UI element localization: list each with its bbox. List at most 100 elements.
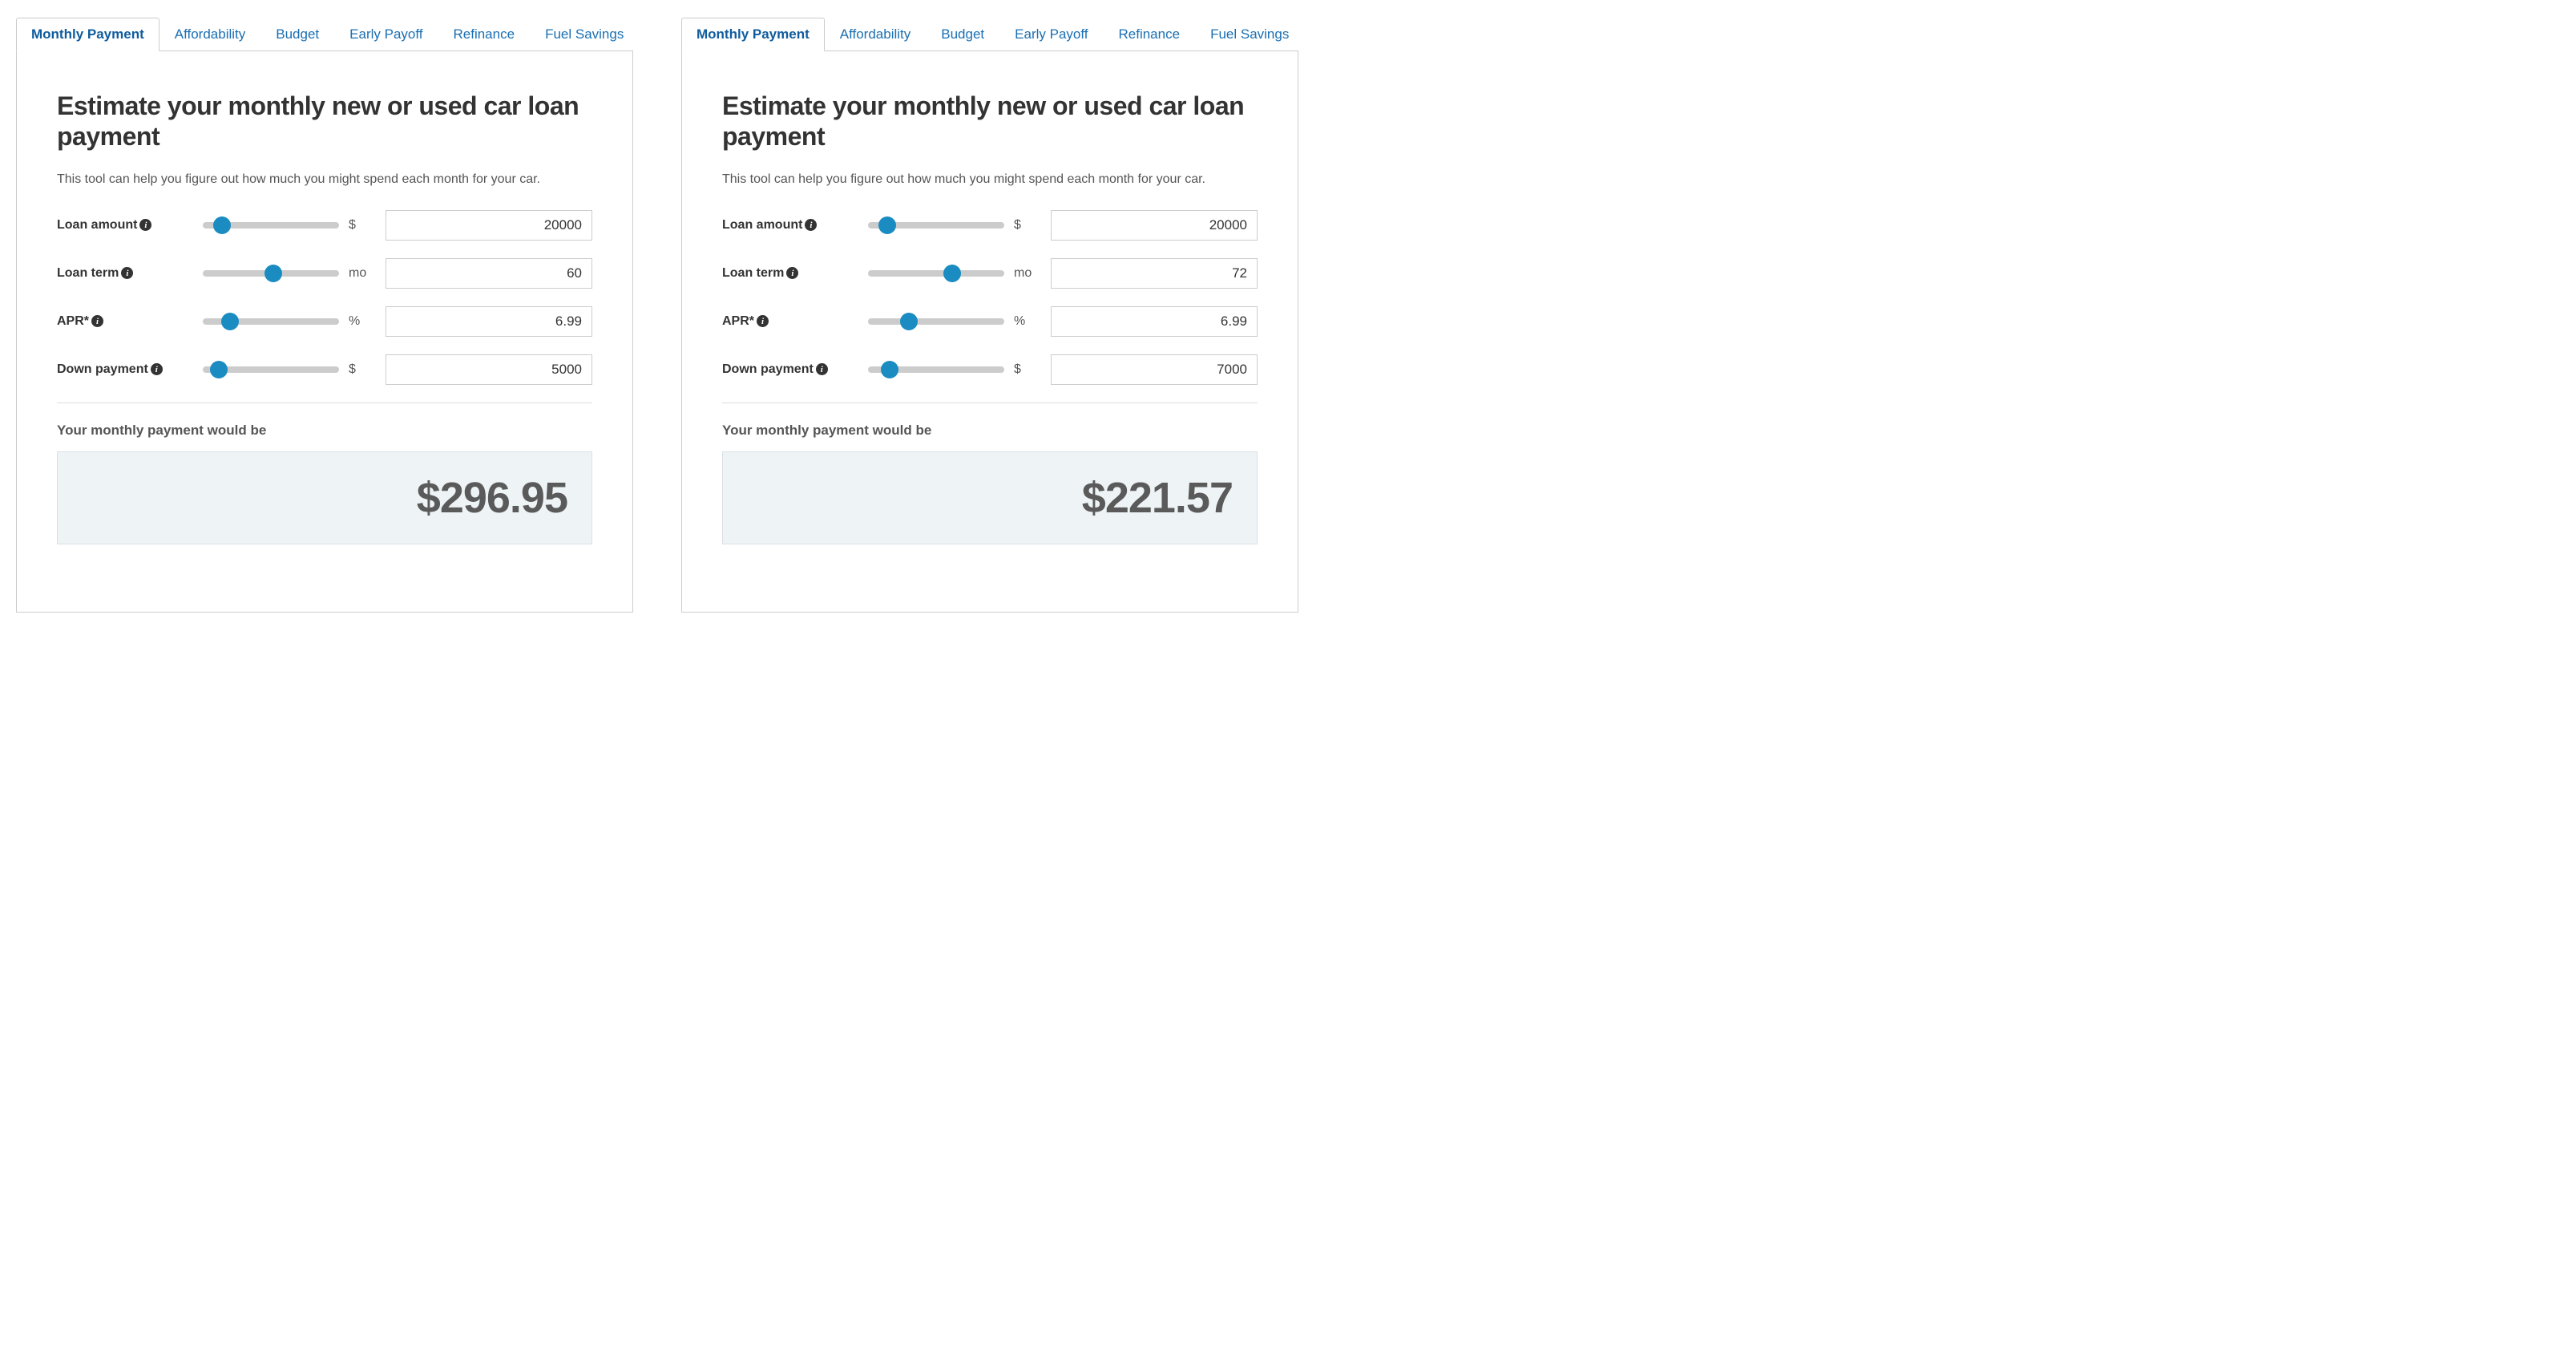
loan-term-label: Loan term i [57,266,193,281]
field-apr: APR* i % [57,306,592,337]
slider-track[interactable] [868,366,1004,373]
divider [722,402,1258,403]
info-icon[interactable]: i [139,219,151,231]
tab-refinance[interactable]: Refinance [438,18,531,51]
calculators-container: Monthly Payment Affordability Budget Ear… [16,16,1298,613]
info-icon[interactable]: i [805,219,817,231]
apr-label: APR* i [57,314,193,329]
loan-amount-label-text: Loan amount [57,218,137,233]
unit-month: mo [1014,266,1041,281]
loan-term-label-text: Loan term [57,266,119,281]
down-payment-label: Down payment i [57,362,193,377]
calculator-panel: Estimate your monthly new or used car lo… [16,51,633,613]
apr-label: APR* i [722,314,858,329]
tab-early-payoff[interactable]: Early Payoff [999,18,1103,51]
tabs-bar: Monthly Payment Affordability Budget Ear… [681,16,1298,51]
slider-track[interactable] [203,366,339,373]
tabs-bar: Monthly Payment Affordability Budget Ear… [16,16,633,51]
tab-budget[interactable]: Budget [260,18,334,51]
loan-term-label: Loan term i [722,266,858,281]
down-payment-label-text: Down payment [57,362,148,377]
page-title: Estimate your monthly new or used car lo… [722,91,1258,152]
result-label: Your monthly payment would be [722,423,1258,439]
unit-percent: % [1014,314,1041,329]
slider-thumb[interactable] [878,216,896,234]
slider-track[interactable] [868,270,1004,277]
calculator-left: Monthly Payment Affordability Budget Ear… [16,16,633,613]
down-payment-input[interactable] [386,354,592,385]
field-apr: APR* i % [722,306,1258,337]
apr-label-text: APR* [722,314,754,329]
info-icon[interactable]: i [121,267,133,279]
field-loan-amount: Loan amount i $ [722,210,1258,241]
slider-thumb[interactable] [221,313,239,330]
apr-label-text: APR* [57,314,89,329]
field-down-payment: Down payment i $ [722,354,1258,385]
loan-amount-slider[interactable] [203,222,339,229]
tab-early-payoff[interactable]: Early Payoff [334,18,438,51]
loan-term-slider[interactable] [203,270,339,277]
page-description: This tool can help you figure out how mu… [57,170,592,189]
calculator-panel: Estimate your monthly new or used car lo… [681,51,1298,613]
apr-slider[interactable] [203,318,339,325]
unit-month: mo [349,266,376,281]
slider-thumb[interactable] [881,361,898,378]
slider-thumb[interactable] [900,313,918,330]
loan-amount-label-text: Loan amount [722,218,802,233]
apr-input[interactable] [386,306,592,337]
slider-thumb[interactable] [210,361,228,378]
info-icon[interactable]: i [757,315,769,327]
slider-track[interactable] [203,270,339,277]
field-loan-term: Loan term i mo [722,258,1258,289]
loan-term-label-text: Loan term [722,266,784,281]
field-loan-term: Loan term i mo [57,258,592,289]
slider-thumb[interactable] [264,265,282,282]
loan-amount-input[interactable] [386,210,592,241]
tab-monthly-payment[interactable]: Monthly Payment [681,18,825,51]
unit-percent: % [349,314,376,329]
slider-track[interactable] [868,318,1004,325]
down-payment-input[interactable] [1051,354,1258,385]
info-icon[interactable]: i [151,363,163,375]
unit-dollar: $ [349,218,376,233]
loan-amount-slider[interactable] [868,222,1004,229]
down-payment-label-text: Down payment [722,362,814,377]
unit-dollar: $ [1014,218,1041,233]
info-icon[interactable]: i [786,267,798,279]
down-payment-slider[interactable] [203,366,339,373]
loan-term-slider[interactable] [868,270,1004,277]
tab-affordability[interactable]: Affordability [159,18,261,51]
unit-dollar: $ [349,362,376,377]
down-payment-slider[interactable] [868,366,1004,373]
loan-term-input[interactable] [1051,258,1258,289]
slider-track[interactable] [868,222,1004,229]
slider-thumb[interactable] [943,265,961,282]
divider [57,402,592,403]
tab-fuel-savings[interactable]: Fuel Savings [530,18,639,51]
tab-budget[interactable]: Budget [926,18,999,51]
apr-input[interactable] [1051,306,1258,337]
calculator-right: Monthly Payment Affordability Budget Ear… [681,16,1298,613]
slider-track[interactable] [203,222,339,229]
slider-thumb[interactable] [213,216,231,234]
loan-term-input[interactable] [386,258,592,289]
tab-affordability[interactable]: Affordability [825,18,927,51]
tab-refinance[interactable]: Refinance [1104,18,1196,51]
result-box: $296.95 [57,451,592,544]
field-down-payment: Down payment i $ [57,354,592,385]
slider-track[interactable] [203,318,339,325]
page-description: This tool can help you figure out how mu… [722,170,1258,189]
apr-slider[interactable] [868,318,1004,325]
unit-dollar: $ [1014,362,1041,377]
result-box: $221.57 [722,451,1258,544]
tab-fuel-savings[interactable]: Fuel Savings [1195,18,1304,51]
info-icon[interactable]: i [91,315,103,327]
tab-monthly-payment[interactable]: Monthly Payment [16,18,159,51]
down-payment-label: Down payment i [722,362,858,377]
loan-amount-label: Loan amount i [57,218,193,233]
monthly-payment-value: $221.57 [747,473,1233,523]
loan-amount-input[interactable] [1051,210,1258,241]
result-label: Your monthly payment would be [57,423,592,439]
loan-amount-label: Loan amount i [722,218,858,233]
info-icon[interactable]: i [816,363,828,375]
